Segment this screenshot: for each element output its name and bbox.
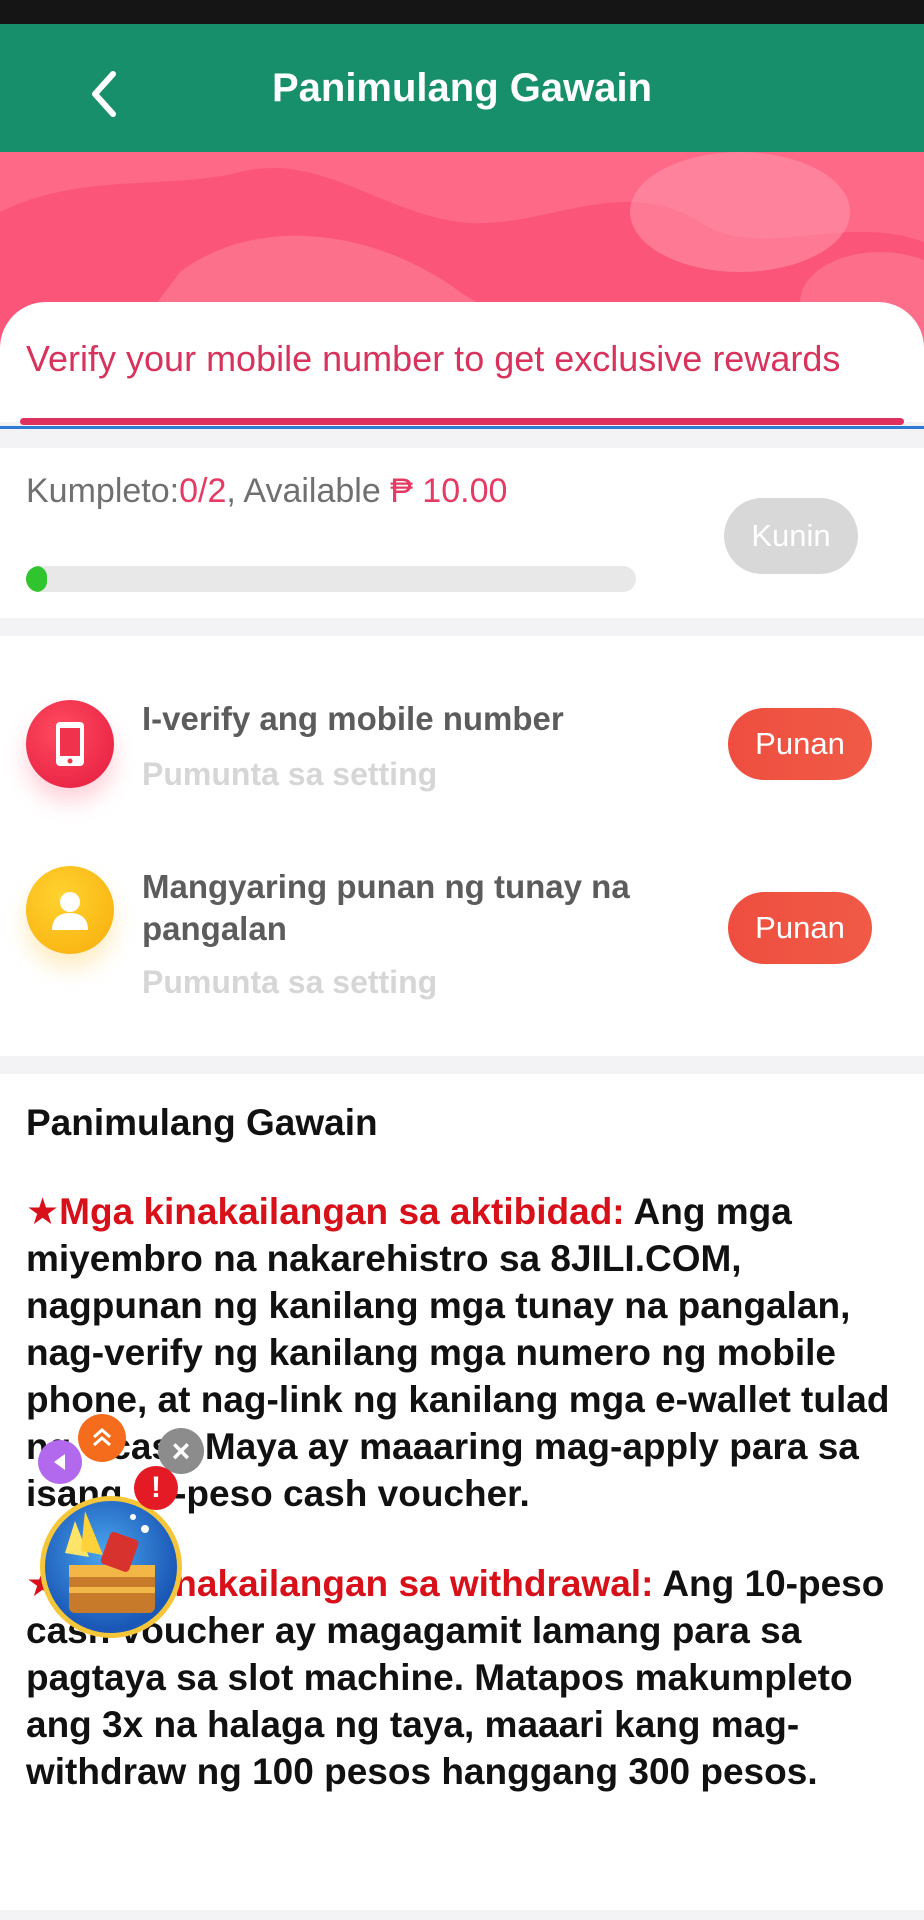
divider bbox=[0, 426, 924, 429]
page-title: Panimulang Gawain bbox=[271, 66, 653, 110]
user-icon bbox=[26, 866, 114, 954]
task-title-verify-mobile: I-verify ang mobile number bbox=[142, 700, 564, 737]
task-subtitle-verify-mobile[interactable]: Pumunta sa setting bbox=[142, 756, 437, 793]
progress-summary: Kumpleto:0/2, Available ₱ 10.00 bbox=[26, 472, 507, 511]
chevron-left-icon bbox=[92, 71, 116, 117]
chevron-up-icon[interactable] bbox=[78, 1414, 126, 1462]
completed-label: Kumpleto: bbox=[26, 472, 180, 510]
fill-button-real-name[interactable]: Punan bbox=[728, 892, 872, 964]
treasure-chest-icon[interactable] bbox=[40, 1496, 182, 1638]
completed-value: 0/2 bbox=[179, 472, 227, 510]
task-subtitle-real-name[interactable]: Pumunta sa setting bbox=[142, 964, 437, 1001]
banner-text: Verify your mobile number to get exclusi… bbox=[26, 338, 841, 379]
phone-icon bbox=[26, 700, 114, 788]
progress-bar bbox=[26, 566, 636, 592]
back-button[interactable] bbox=[78, 68, 130, 120]
activity-requirements-label: ★Mga kinakailangan sa aktibidad: bbox=[26, 1191, 625, 1232]
available-label: , Available bbox=[226, 472, 391, 510]
status-bar bbox=[0, 0, 924, 24]
banner-underline bbox=[20, 418, 904, 425]
floating-game-widget[interactable]: × ! bbox=[30, 1414, 204, 1638]
app-header: Panimulang Gawain bbox=[0, 24, 924, 152]
fill-button-verify-mobile[interactable]: Punan bbox=[728, 708, 872, 780]
progress-fill bbox=[26, 566, 48, 592]
alert-badge: ! bbox=[134, 1466, 178, 1510]
available-amount: ₱ 10.00 bbox=[390, 472, 508, 510]
rules-heading: Panimulang Gawain bbox=[26, 1102, 378, 1143]
task-title-real-name: Mangyaring punan ng tunay na pangalan bbox=[142, 868, 630, 947]
claim-button[interactable]: Kunin bbox=[724, 498, 858, 574]
collapse-left-icon[interactable] bbox=[38, 1440, 82, 1484]
